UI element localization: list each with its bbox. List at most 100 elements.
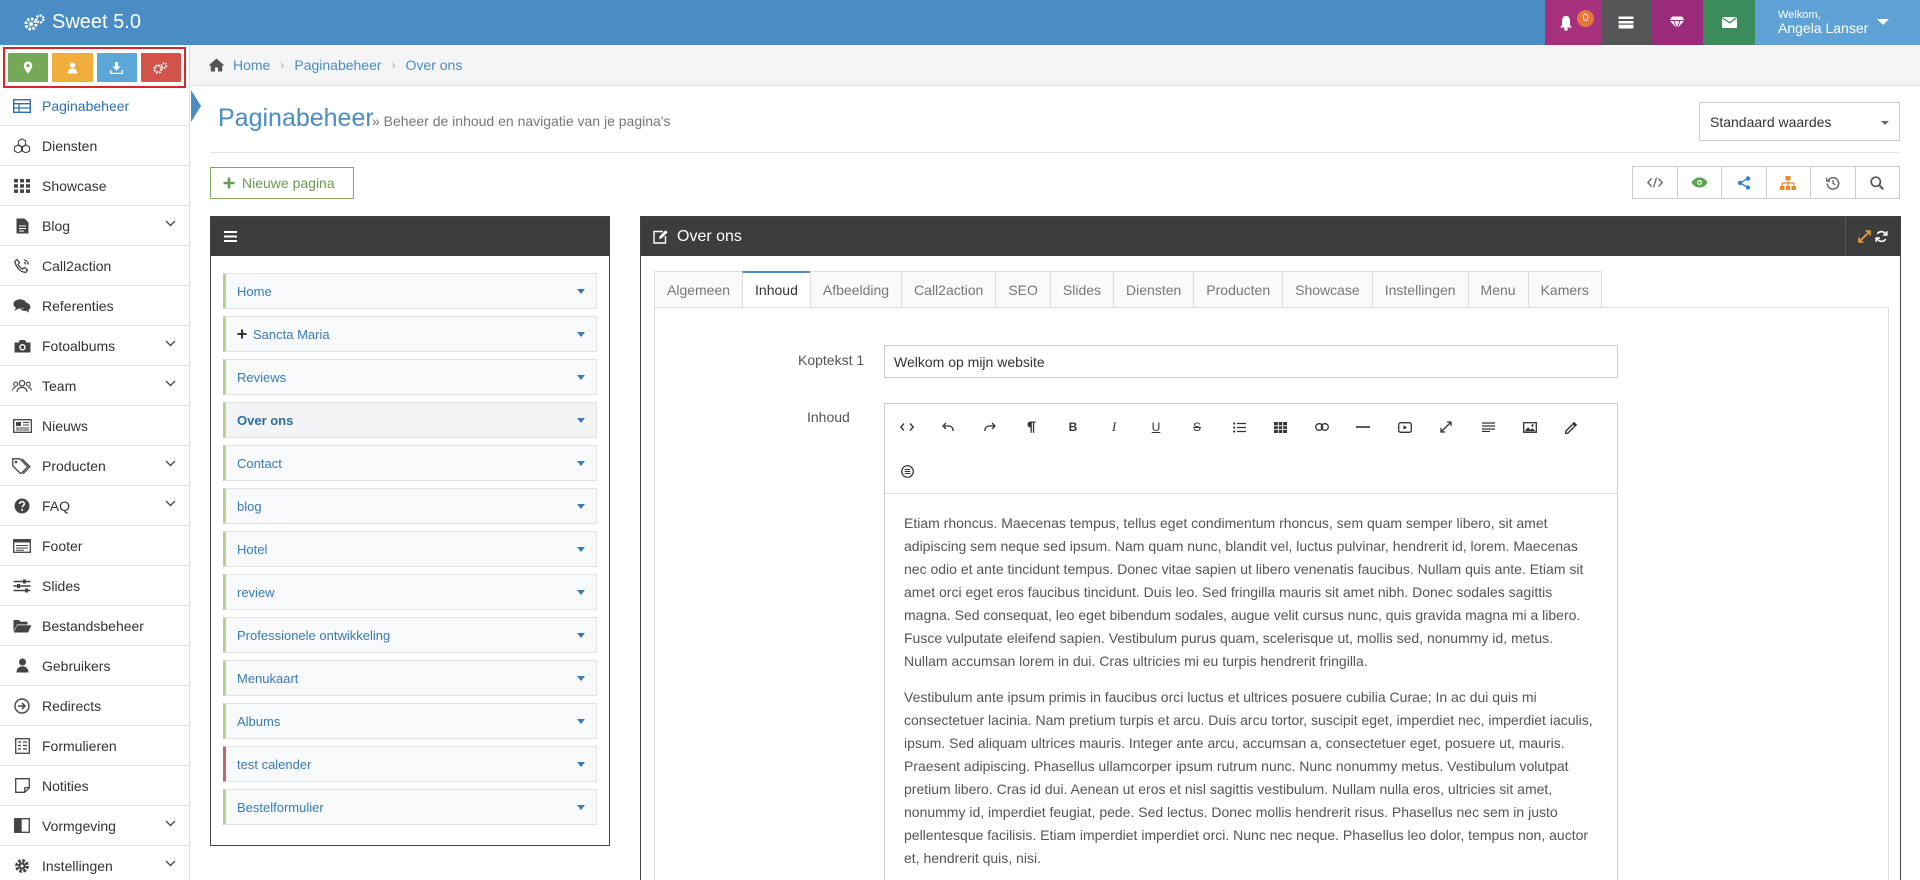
tab-menu[interactable]: Menu [1467, 271, 1528, 308]
sidebar-item-blog[interactable]: Blog [0, 206, 190, 246]
sidebar-item-bestandsbeheer[interactable]: Bestandsbeheer [0, 606, 190, 646]
caret-down-icon[interactable] [577, 375, 585, 380]
sidebar-item-formulieren[interactable]: Formulieren [0, 726, 190, 766]
tree-item-hotel[interactable]: Hotel [223, 531, 597, 567]
sidebar-item-nieuws[interactable]: Nieuws [0, 406, 190, 446]
tree-item-blog[interactable]: blog [223, 488, 597, 524]
caret-down-icon[interactable] [577, 676, 585, 681]
tree-item-test-calender[interactable]: test calender [223, 746, 597, 782]
tab-producten[interactable]: Producten [1193, 271, 1283, 308]
tree-item-home[interactable]: Home [223, 273, 597, 309]
eyedropper-button[interactable] [1559, 415, 1583, 439]
tree-item-contact[interactable]: Contact [223, 445, 597, 481]
koptekst-input[interactable] [884, 345, 1618, 378]
tab-algemeen[interactable]: Algemeen [654, 271, 743, 308]
sidebar-item-redirects[interactable]: Redirects [0, 686, 190, 726]
caret-down-icon[interactable] [577, 418, 585, 423]
sidebar-item-team[interactable]: Team [0, 366, 190, 406]
tree-item-bestelformulier[interactable]: Bestelformulier [223, 789, 597, 825]
history-button[interactable] [1811, 167, 1856, 198]
tab-afbeelding[interactable]: Afbeelding [809, 271, 902, 308]
tree-item-reviews[interactable]: Reviews [223, 359, 597, 395]
caret-down-icon[interactable] [577, 762, 585, 767]
paragraph-button[interactable] [1019, 415, 1043, 439]
location-button[interactable] [8, 53, 49, 82]
caret-down-icon[interactable] [577, 289, 585, 294]
sidebar-item-diensten[interactable]: Diensten [0, 126, 190, 166]
caret-down-icon[interactable] [577, 504, 585, 509]
sidebar-item-footer[interactable]: Footer [0, 526, 190, 566]
cards-button[interactable] [1601, 0, 1651, 45]
refresh-icon[interactable] [1875, 230, 1888, 243]
tree-item-professionele-ontwikkeling[interactable]: Professionele ontwikkeling [223, 617, 597, 653]
sidebar-item-instellingen[interactable]: Instellingen [0, 846, 190, 880]
sidebar-item-showcase[interactable]: Showcase [0, 166, 190, 206]
share-button[interactable] [1722, 167, 1767, 198]
breadcrumb-home[interactable]: Home [233, 57, 270, 73]
align-center-button[interactable] [895, 459, 919, 483]
redo-button[interactable] [978, 415, 1002, 439]
tab-inhoud[interactable]: Inhoud [742, 271, 810, 308]
editor-content[interactable]: Etiam rhoncus. Maecenas tempus, tellus e… [885, 494, 1617, 870]
image-button[interactable] [1518, 415, 1542, 439]
sidebar-item-producten[interactable]: Producten [0, 446, 190, 486]
sidebar-item-vormgeving[interactable]: Vormgeving [0, 806, 190, 846]
tab-showcase[interactable]: Showcase [1282, 271, 1372, 308]
caret-down-icon[interactable] [577, 805, 585, 810]
fullscreen-button[interactable] [1434, 415, 1458, 439]
mail-button[interactable] [1703, 0, 1755, 45]
tab-call2action[interactable]: Call2action [901, 271, 996, 308]
settings-button[interactable] [140, 53, 181, 82]
tree-item-albums[interactable]: Albums [223, 703, 597, 739]
horizontal-rule-button[interactable] [1351, 415, 1375, 439]
caret-down-icon[interactable] [577, 332, 585, 337]
home-icon[interactable] [208, 58, 225, 72]
link-button[interactable] [1310, 415, 1334, 439]
sidebar-item-referenties[interactable]: Referenties [0, 286, 190, 326]
caret-down-icon[interactable] [577, 461, 585, 466]
html-source-button[interactable] [895, 415, 919, 439]
bold-button[interactable]: B [1061, 415, 1085, 439]
tab-kamers[interactable]: Kamers [1527, 271, 1602, 308]
caret-down-icon[interactable] [577, 719, 585, 724]
tree-item-over-ons[interactable]: Over ons [223, 402, 597, 438]
caret-down-icon[interactable] [577, 590, 585, 595]
diamond-button[interactable] [1651, 0, 1703, 45]
underline-button[interactable]: U [1144, 415, 1168, 439]
breadcrumb-current[interactable]: Over ons [406, 57, 463, 73]
tab-slides[interactable]: Slides [1049, 271, 1114, 308]
plus-icon[interactable] [237, 327, 247, 342]
tree-item-menukaart[interactable]: Menukaart [223, 660, 597, 696]
sidebar-item-faq[interactable]: FAQ [0, 486, 190, 526]
user-menu[interactable]: Welkom, Angela Lanser [1755, 0, 1920, 45]
sidebar-item-paginabeheer[interactable]: Paginabeheer [0, 86, 201, 126]
tree-item-sancta-maria[interactable]: Sancta Maria [223, 316, 597, 352]
strikethrough-button[interactable]: S [1185, 415, 1209, 439]
table-button[interactable] [1268, 415, 1292, 439]
sidebar-item-fotoalbums[interactable]: Fotoalbums [0, 326, 190, 366]
sidebar-item-gebruikers[interactable]: Gebruikers [0, 646, 190, 686]
code-button[interactable] [1633, 167, 1678, 198]
preview-button[interactable] [1677, 167, 1722, 198]
tree-item-review[interactable]: review [223, 574, 597, 610]
caret-down-icon[interactable] [577, 633, 585, 638]
download-button[interactable] [96, 53, 137, 82]
video-button[interactable] [1393, 415, 1417, 439]
breadcrumb-paginabeheer[interactable]: Paginabeheer [294, 57, 381, 73]
sitemap-button[interactable] [1766, 167, 1811, 198]
expand-icon[interactable] [1858, 230, 1871, 243]
tab-diensten[interactable]: Diensten [1113, 271, 1194, 308]
sidebar-item-slides[interactable]: Slides [0, 566, 190, 606]
align-button[interactable] [1476, 415, 1500, 439]
tab-instellingen[interactable]: Instellingen [1371, 271, 1468, 308]
brand[interactable]: Sweet 5.0 [24, 0, 141, 45]
notifications-button[interactable]: 0 [1545, 0, 1601, 45]
undo-button[interactable] [936, 415, 960, 439]
bullet-list-button[interactable] [1227, 415, 1251, 439]
defaults-select[interactable]: Standaard waardes [1699, 102, 1900, 141]
sidebar-item-notities[interactable]: Notities [0, 766, 190, 806]
user-button[interactable] [52, 53, 93, 82]
caret-down-icon[interactable] [577, 547, 585, 552]
new-page-button[interactable]: Nieuwe pagina [210, 167, 354, 199]
italic-button[interactable]: I [1102, 415, 1126, 439]
